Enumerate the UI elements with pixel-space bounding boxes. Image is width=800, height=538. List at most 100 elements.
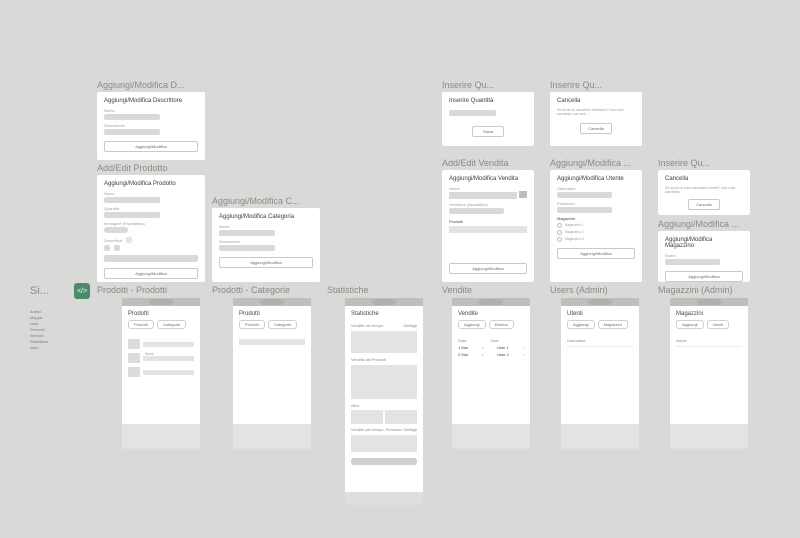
field-label: Venditore (facoltativo) bbox=[449, 202, 527, 207]
add-button[interactable]: Aggiungi bbox=[458, 320, 486, 329]
quantity-field[interactable] bbox=[449, 110, 496, 116]
store-select[interactable] bbox=[104, 255, 198, 262]
tab-prodotti[interactable]: Prodotti bbox=[128, 320, 154, 329]
frame-label[interactable]: Add/Edit Vendita bbox=[442, 158, 537, 168]
image-chip[interactable] bbox=[104, 227, 128, 233]
name-field[interactable] bbox=[104, 197, 160, 203]
description-field[interactable] bbox=[104, 129, 160, 135]
dialog-magazzino[interactable]: Aggiungi/Modifica Magazzino Nome Aggiung… bbox=[658, 231, 750, 282]
list-item[interactable]: Nome bbox=[143, 342, 194, 347]
screen-title: Prodotti bbox=[122, 306, 200, 320]
radio-icon[interactable] bbox=[557, 223, 562, 228]
name-field[interactable] bbox=[219, 230, 275, 236]
calendar-icon[interactable] bbox=[519, 191, 527, 198]
phone-prodotti[interactable]: Prodotti ProdottiCategorie Nome bbox=[122, 298, 200, 450]
bottom-bar bbox=[233, 424, 311, 448]
stat-link[interactable]: Dettagli bbox=[403, 323, 417, 328]
list-item[interactable] bbox=[143, 370, 194, 375]
frame-label[interactable]: Magazzini (Admin) bbox=[658, 285, 733, 295]
frame-label[interactable]: Prodotti - Prodotti bbox=[97, 285, 167, 295]
cancel-button[interactable]: Cancella bbox=[688, 199, 719, 210]
add-button[interactable]: Aggiungi bbox=[567, 320, 595, 329]
frame-label[interactable]: Statistiche bbox=[327, 285, 369, 295]
tab-categorie[interactable]: Categorie bbox=[268, 320, 297, 329]
dialog-prodotto[interactable]: Aggiungi/Modifica Prodotto Nome Quantità… bbox=[97, 175, 205, 282]
dialog-categoria[interactable]: Aggiungi/Modifica Categoria Nome Descriz… bbox=[212, 208, 320, 282]
phone-categorie[interactable]: Prodotti ProdottiCategorie bbox=[233, 298, 311, 450]
submit-button[interactable]: Aggiungi/Modifica bbox=[104, 141, 198, 152]
cancel-button[interactable]: Cancella bbox=[580, 123, 611, 134]
frame-label[interactable]: Vendite bbox=[442, 285, 472, 295]
frame-label[interactable]: Inserire Qu... bbox=[442, 80, 512, 90]
dialog-delete-user[interactable]: Cancella Sei sicuro di voler cancellare … bbox=[658, 170, 750, 215]
frame-label[interactable]: Aggiungi/Modifica ... bbox=[658, 219, 750, 229]
divider bbox=[567, 346, 633, 347]
submit-button[interactable]: Aggiungi/Modifica bbox=[104, 268, 198, 279]
seller-field[interactable] bbox=[449, 208, 504, 214]
descriptor-chip[interactable] bbox=[114, 245, 120, 251]
sidebar-item[interactable]: Statistiche bbox=[30, 339, 82, 344]
tab-prodotti[interactable]: Prodotti bbox=[239, 320, 265, 329]
submit-button[interactable]: Aggiungi/Modifica bbox=[219, 257, 313, 268]
name-field[interactable] bbox=[449, 192, 517, 199]
stat-link[interactable]: Dettagli bbox=[403, 427, 417, 432]
phone-vendite[interactable]: Vendite AggiungiElimina DataUser 1 Mar•U… bbox=[452, 298, 530, 450]
sidebar-item[interactable]: Admin bbox=[30, 309, 82, 314]
frame-label[interactable]: Inserire Qu... bbox=[658, 158, 740, 168]
submit-button[interactable]: Aggiungi/Modifica bbox=[665, 271, 743, 282]
save-button[interactable]: Salva bbox=[472, 126, 503, 137]
frame-label[interactable]: Prodotti - Categorie bbox=[212, 285, 290, 295]
list-item[interactable] bbox=[143, 356, 194, 361]
phone-magazzini[interactable]: Magazzini AggiungiUtenti Nome bbox=[670, 298, 748, 450]
dialog-descrittore[interactable]: Aggiungi/Modifica Descrittore Nome Descr… bbox=[97, 92, 205, 160]
dialog-title: Aggiungi/Modifica Vendita bbox=[449, 176, 527, 182]
slider-track[interactable] bbox=[351, 458, 417, 465]
sidebar-item[interactable]: Altro bbox=[30, 345, 82, 350]
phone-statistiche[interactable]: Statistiche Vendite nel tempoDettagli Ve… bbox=[345, 298, 423, 505]
utenti-button[interactable]: Utenti bbox=[707, 320, 729, 329]
sidebar-item[interactable]: Lista bbox=[30, 321, 82, 326]
dialog-delete[interactable]: Cancella Sei sicuro di cancellare l'elem… bbox=[550, 92, 642, 146]
name-field[interactable] bbox=[104, 114, 160, 120]
product-row[interactable] bbox=[449, 226, 527, 233]
frame-label[interactable]: Aggiungi/Modifica D... bbox=[97, 80, 202, 90]
frame-label[interactable]: Aggiungi/Modifica C... bbox=[212, 196, 317, 206]
dialog-quantity[interactable]: Inserire Quantità Salva bbox=[442, 92, 534, 146]
frame-label[interactable]: Users (Admin) bbox=[550, 285, 608, 295]
dialog-utente[interactable]: Aggiungi/Modifica Utente Username Passwo… bbox=[550, 170, 642, 282]
sidebar-item[interactable]: Percorsi bbox=[30, 327, 82, 332]
descriptor-chip[interactable] bbox=[104, 245, 110, 251]
dialog-title: Inserire Quantità bbox=[449, 98, 527, 104]
magazzini-button[interactable]: Magazzini bbox=[598, 320, 628, 329]
radio-icon[interactable] bbox=[557, 237, 562, 242]
submit-button[interactable]: Aggiungi/Modifica bbox=[557, 248, 635, 259]
phone-statusbar bbox=[345, 298, 423, 306]
name-field[interactable] bbox=[665, 259, 720, 265]
frame-label[interactable]: Inserire Qu... bbox=[550, 80, 620, 90]
frame-label[interactable]: Aggiungi/Modifica ... bbox=[550, 158, 645, 168]
field-label: Descrittori bbox=[104, 238, 122, 243]
sidebar-item[interactable]: Sensori bbox=[30, 333, 82, 338]
field-label: Quantità bbox=[104, 206, 198, 211]
phone-utenti[interactable]: Utenti AggiungiMagazzini Username bbox=[561, 298, 639, 450]
table-row[interactable]: 2 Mar•User 2› bbox=[452, 350, 530, 357]
delete-button[interactable]: Elimina bbox=[489, 320, 514, 329]
tab-categorie[interactable]: Categorie bbox=[157, 320, 186, 329]
quantity-field[interactable] bbox=[104, 212, 160, 218]
sidebar-item[interactable]: Mappa bbox=[30, 315, 82, 320]
code-icon[interactable]: </> bbox=[74, 283, 90, 299]
dialog-title: Aggiungi/Modifica Prodotto bbox=[104, 181, 198, 187]
submit-button[interactable]: Aggiungi/Modifica bbox=[449, 263, 527, 274]
username-field[interactable] bbox=[557, 192, 612, 198]
description-field[interactable] bbox=[219, 245, 275, 251]
table-row[interactable]: 1 Mar•User 1› bbox=[452, 343, 530, 350]
radio-icon[interactable] bbox=[557, 230, 562, 235]
add-button[interactable]: Aggiungi bbox=[676, 320, 704, 329]
dialog-vendita[interactable]: Aggiungi/Modifica Vendita Nome Venditore… bbox=[442, 170, 534, 282]
phone-statusbar bbox=[561, 298, 639, 306]
frame-label[interactable]: Add/Edit Prodotto bbox=[97, 163, 202, 173]
list-item[interactable] bbox=[239, 339, 305, 345]
chart-placeholder bbox=[351, 410, 383, 424]
bottom-bar bbox=[670, 424, 748, 448]
password-field[interactable] bbox=[557, 207, 612, 213]
